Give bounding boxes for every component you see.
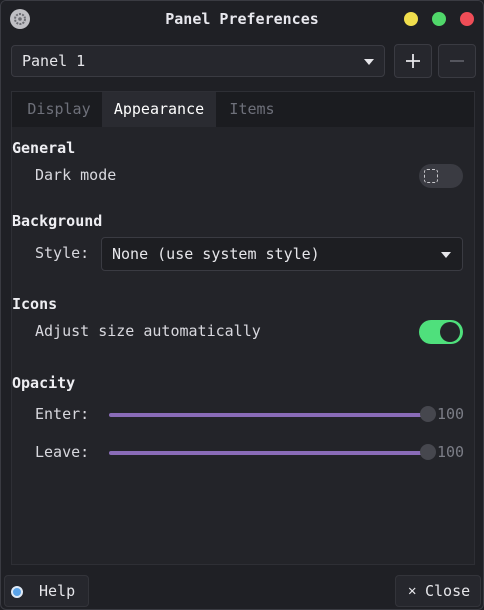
close-label: Close (425, 582, 471, 600)
icons-heading: Icons (12, 295, 58, 313)
adjust-size-label: Adjust size automatically (35, 322, 261, 340)
panel-dropdown-value: Panel 1 (22, 52, 86, 70)
close-button[interactable]: ✕ Close (395, 575, 481, 607)
leave-value: 100 (437, 443, 465, 461)
enter-value: 100 (437, 405, 465, 423)
remove-panel-button[interactable] (438, 44, 476, 78)
plus-icon (406, 54, 420, 68)
minus-icon (450, 60, 464, 62)
panel-dropdown[interactable]: Panel 1 (11, 45, 385, 77)
enter-opacity-slider[interactable] (109, 413, 429, 417)
tab-items[interactable]: Items (216, 92, 288, 127)
enter-slider-handle[interactable] (420, 406, 436, 422)
leave-label: Leave: (35, 443, 90, 461)
general-heading: General (12, 139, 76, 157)
close-window-button[interactable] (460, 12, 474, 26)
adjust-size-toggle[interactable] (419, 320, 463, 344)
dark-mode-label: Dark mode (35, 166, 117, 184)
style-dropdown[interactable]: None (use system style) (101, 237, 463, 271)
leave-slider-handle[interactable] (420, 444, 436, 460)
titlebar: Panel Preferences (1, 1, 483, 37)
panel-preferences-window: Panel Preferences Panel 1 Display Appear… (0, 0, 484, 610)
help-button[interactable]: Help (4, 575, 89, 607)
tab-bar: Display Appearance Items (12, 92, 474, 127)
chevron-down-icon (441, 252, 451, 258)
toggle-knob (440, 322, 460, 342)
leave-opacity-slider[interactable] (109, 451, 429, 455)
maximize-button[interactable] (432, 12, 446, 26)
style-dropdown-value: None (use system style) (112, 245, 320, 263)
enter-label: Enter: (35, 405, 90, 423)
opacity-heading: Opacity (12, 374, 76, 392)
tab-appearance[interactable]: Appearance (102, 92, 216, 127)
background-heading: Background (12, 212, 103, 230)
tab-display[interactable]: Display (15, 92, 103, 127)
help-label: Help (39, 582, 76, 600)
chevron-down-icon (364, 59, 374, 65)
dark-mode-toggle[interactable] (419, 164, 463, 188)
appearance-page (12, 127, 474, 564)
minimize-button[interactable] (404, 12, 418, 26)
help-icon (11, 586, 23, 598)
toggle-knob (424, 169, 438, 183)
style-label: Style: (35, 244, 90, 262)
close-icon: ✕ (408, 583, 417, 599)
add-panel-button[interactable] (394, 44, 432, 78)
